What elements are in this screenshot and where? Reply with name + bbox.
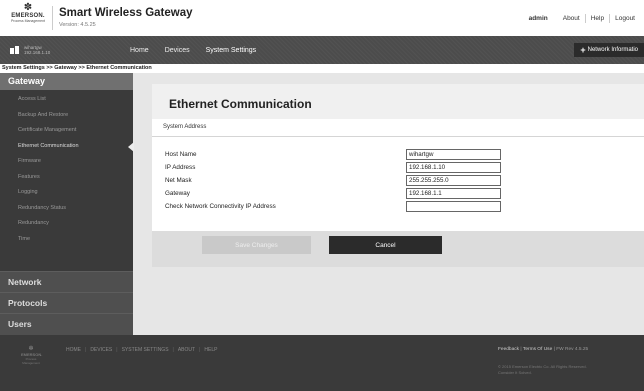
sidebar-item-features[interactable]: Features [0,170,133,186]
sidebar: Gateway Access List Backup And Restore C… [0,73,134,335]
nav-system-settings[interactable]: System Settings [198,36,265,64]
form-row: Gateway [152,188,644,200]
gateway-icon [10,46,19,54]
app-title: Smart Wireless Gateway [59,7,193,19]
sidebar-gateway-list: Access List Backup And Restore Certifica… [0,90,134,271]
save-changes-button[interactable]: Save Changes [202,236,311,254]
sidebar-item-redundancy-status[interactable]: Redundancy Status [0,201,133,217]
flame-icon: ✽ [23,2,33,13]
sidebar-section-gateway[interactable]: Gateway [0,73,133,90]
network-info-button[interactable]: + Network Informatio [574,43,644,57]
sidebar-item-ethernet-communication[interactable]: Ethernet Communication [0,139,134,155]
sidebar-item-time[interactable]: Time [0,232,133,248]
copyright: © 2015 Emerson Electric Co. All Rights R… [498,364,587,375]
sidebar-item-access-list[interactable]: Access List [0,92,133,108]
page-title: Ethernet Communication [169,97,312,111]
nav-home[interactable]: Home [122,36,157,64]
footer-link-about[interactable]: ABOUT [174,347,199,353]
check-connectivity-input[interactable] [406,201,501,212]
footer-link-help[interactable]: HELP [200,347,221,353]
form-row: Net Mask [152,175,644,187]
firmware-revision: FW Rev 4.5.25 [556,347,589,352]
plus-icon: + [580,45,586,55]
form-row: Host Name [152,149,644,161]
cancel-button[interactable]: Cancel [329,236,442,254]
ip-address-input[interactable] [406,162,501,173]
footer-link-home[interactable]: HOME [62,347,85,353]
form-row: IP Address [152,162,644,174]
device-indicator: wihartgw 192.168.1.10 [10,45,50,55]
page-footer: ✽ EMERSON. Process Management HOME | DEVI… [0,335,644,391]
check-connectivity-label: Check Network Connectivity IP Address [165,203,276,210]
section-label: System Address [163,124,207,130]
sidebar-section-network[interactable]: Network [0,271,133,292]
gateway-label: Gateway [165,190,190,197]
footer-link-devices[interactable]: DEVICES [86,347,116,353]
net-mask-input[interactable] [406,175,501,186]
sidebar-section-protocols[interactable]: Protocols [0,292,133,313]
breadcrumb: System Settings >> Gateway >> Ethernet C… [0,64,644,73]
help-link[interactable]: Help [586,15,609,22]
section-header: System Address [152,119,644,136]
sidebar-section-users[interactable]: Users [0,313,133,334]
current-user: admin [528,15,548,22]
sidebar-item-firmware[interactable]: Firmware [0,154,133,170]
host-name-input[interactable] [406,149,501,160]
main-navbar: wihartgw 192.168.1.10 Home Devices Syste… [0,36,644,64]
app-header: ✽ EMERSON. Process Management Smart Wire… [0,0,644,36]
feedback-link[interactable]: Feedback [498,347,519,352]
system-address-form: Host Name IP Address Net Mask Gateway Ch… [152,136,644,231]
sidebar-item-certificate-management[interactable]: Certificate Management [0,123,133,139]
app-version: Version: 4.5.25 [59,22,96,28]
emerson-logo[interactable]: ✽ EMERSON. Process Management [8,3,48,33]
sidebar-item-backup-restore[interactable]: Backup And Restore [0,108,133,124]
host-name-label: Host Name [165,151,197,158]
net-mask-label: Net Mask [165,177,192,184]
device-ip: 192.168.1.10 [24,50,51,55]
footer-nav: HOME | DEVICES | SYSTEM SETTINGS | ABOUT | H… [62,347,221,353]
footer-link-system-settings[interactable]: SYSTEM SETTINGS [118,347,173,353]
logo-divider [52,6,53,30]
ip-address-label: IP Address [165,164,196,171]
header-links: admin About Help Logout [529,14,640,23]
terms-link[interactable]: Terms Of Use [523,347,552,352]
logout-link[interactable]: Logout [610,15,640,22]
nav-devices[interactable]: Devices [157,36,198,64]
about-link[interactable]: About [558,15,585,22]
sidebar-item-redundancy[interactable]: Redundancy [0,216,133,232]
sidebar-item-logging[interactable]: Logging [0,185,133,201]
ethernet-communication-panel: Ethernet Communication System Address Ho… [152,84,644,267]
button-bar: Save Changes Cancel [152,231,644,267]
footer-logo: ✽ EMERSON. Process Management [21,346,43,365]
footer-meta: Feedback | Terms Of Use | FW Rev 4.5.25 [498,347,588,352]
gateway-input[interactable] [406,188,501,199]
form-row: Check Network Connectivity IP Address [152,201,644,213]
nav-menu: Home Devices System Settings [122,36,264,64]
